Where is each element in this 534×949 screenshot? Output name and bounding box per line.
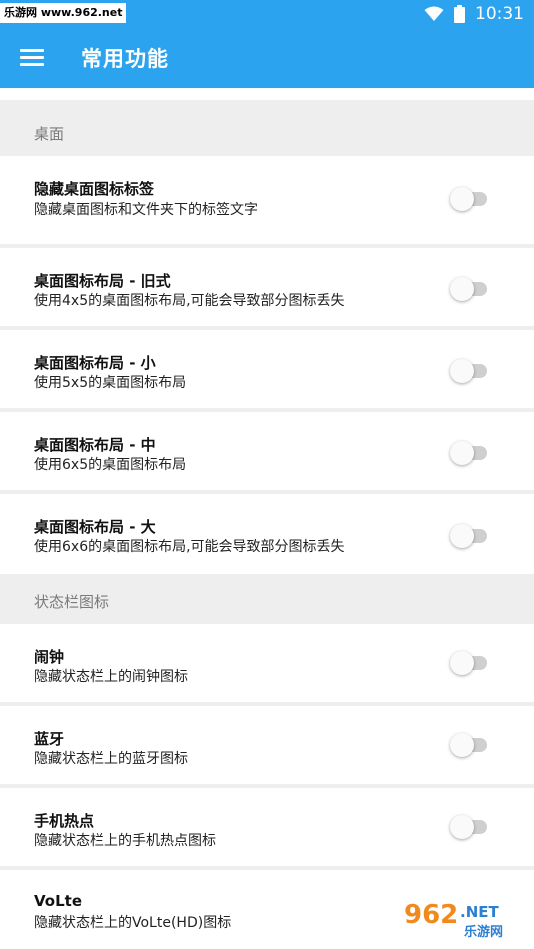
setting-desc: 隐藏桌面图标和文件夹下的标签文字 <box>34 202 258 218</box>
status-time: 10:31 <box>475 4 524 24</box>
section-header-desktop: 桌面 <box>34 125 65 143</box>
toggle-layout-medium[interactable] <box>450 441 487 465</box>
section-header-statusbar-icons: 状态栏图标 <box>34 593 110 611</box>
toggle-knob <box>450 815 474 839</box>
menu-button[interactable] <box>0 28 64 88</box>
setting-title: 蓝牙 <box>34 730 65 748</box>
setting-desc: 使用4x5的桌面图标布局,可能会导致部分图标丢失 <box>34 293 345 309</box>
partially-visible-row <box>0 88 534 100</box>
wifi-icon <box>424 6 444 21</box>
app-bar: 常用功能 <box>0 28 534 88</box>
site-watermark: 乐游网 www.962.net <box>0 3 127 23</box>
toggle-hide-icon-labels[interactable] <box>450 187 487 211</box>
page-title: 常用功能 <box>81 47 169 71</box>
setting-title: 桌面图标布局 - 旧式 <box>34 272 171 290</box>
toggle-knob <box>450 277 474 301</box>
status-icons: 10:31 <box>424 3 524 25</box>
toggle-layout-large[interactable] <box>450 524 487 548</box>
setting-title: 桌面图标布局 - 中 <box>34 436 156 454</box>
setting-desc: 隐藏状态栏上的蓝牙图标 <box>34 751 188 767</box>
toggle-layout-old[interactable] <box>450 277 487 301</box>
setting-desc: 隐藏状态栏上的手机热点图标 <box>34 833 216 849</box>
toggle-knob <box>450 441 474 465</box>
toggle-layout-small[interactable] <box>450 359 487 383</box>
setting-desc: 隐藏状态栏上的VoLte(HD)图标 <box>34 915 232 931</box>
toggle-knob <box>450 524 474 548</box>
site-logo-watermark: 962 .NET 乐游网 <box>398 895 524 941</box>
toggle-knob <box>450 733 474 757</box>
setting-desc: 使用5x5的桌面图标布局 <box>34 375 187 391</box>
battery-icon <box>454 5 465 23</box>
setting-title: 桌面图标布局 - 小 <box>34 354 156 372</box>
toggle-knob <box>450 359 474 383</box>
toggle-hotspot[interactable] <box>450 815 487 839</box>
logo-number: 962 <box>404 900 458 930</box>
setting-title: 闹钟 <box>34 648 65 666</box>
menu-icon <box>20 49 44 67</box>
setting-title: 桌面图标布局 - 大 <box>34 518 156 536</box>
toggle-bluetooth[interactable] <box>450 733 487 757</box>
setting-title: 隐藏桌面图标标签 <box>34 180 155 198</box>
status-bar: 乐游网 www.962.net 10:31 <box>0 0 534 28</box>
logo-suffix: .NET <box>460 903 499 921</box>
top-bar: 乐游网 www.962.net 10:31 常用功能 <box>0 0 534 88</box>
toggle-knob <box>450 187 474 211</box>
toggle-alarm[interactable] <box>450 651 487 675</box>
setting-desc: 隐藏状态栏上的闹钟图标 <box>34 669 188 685</box>
toggle-knob <box>450 651 474 675</box>
setting-title: 手机热点 <box>34 812 95 830</box>
setting-desc: 使用6x6的桌面图标布局,可能会导致部分图标丢失 <box>34 539 345 555</box>
setting-desc: 使用6x5的桌面图标布局 <box>34 457 187 473</box>
logo-name: 乐游网 <box>464 924 503 940</box>
setting-title: VoLte <box>34 892 82 910</box>
